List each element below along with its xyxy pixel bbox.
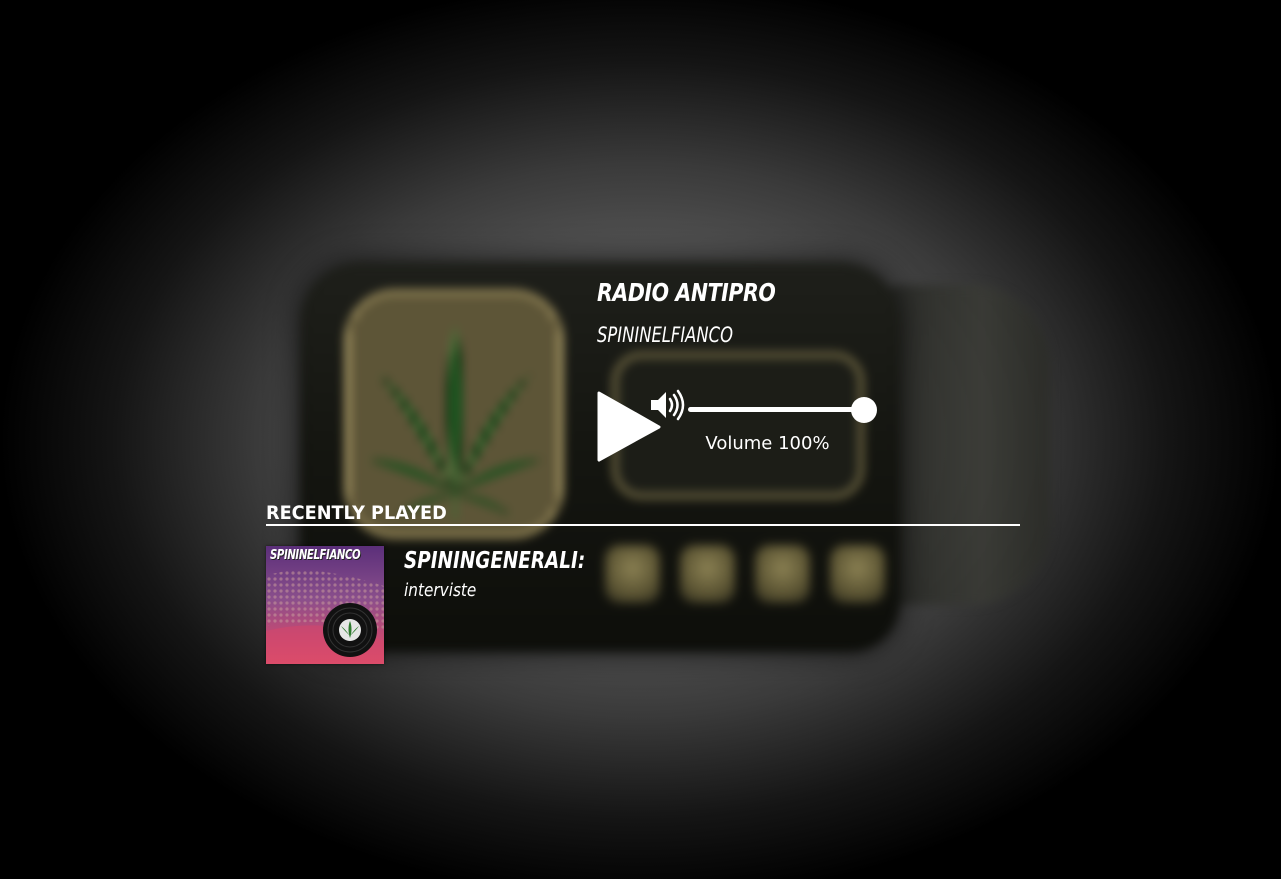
radio-handle — [880, 285, 1050, 605]
player-page: RADIO ANTIPRO SPININELFIANCO Volume 100%… — [0, 0, 1281, 879]
track-title: SPININGENERALI: — [404, 548, 586, 574]
cannabis-leaf-icon — [365, 320, 545, 520]
volume-slider[interactable] — [688, 396, 878, 424]
radio-knob — [605, 545, 660, 603]
volume-slider-fill — [688, 407, 864, 412]
track-subtitle: interviste — [404, 580, 477, 601]
recently-played-heading: RECENTLY PLAYED — [266, 502, 447, 524]
radio-knob — [830, 545, 885, 603]
divider — [266, 524, 1020, 526]
radio-knob — [680, 545, 735, 603]
station-subtitle: SPININELFIANCO — [597, 323, 733, 347]
track-cover-art[interactable]: SPININELFIANCO — [266, 546, 384, 664]
album-cover-image — [266, 546, 384, 664]
speaker-volume-icon[interactable] — [650, 389, 686, 421]
radio-knob — [755, 545, 810, 603]
volume-label: Volume 100% — [705, 433, 830, 454]
volume-slider-thumb[interactable] — [851, 397, 877, 423]
station-title: RADIO ANTIPRO — [597, 278, 776, 307]
cover-label: SPININELFIANCO — [270, 548, 361, 563]
